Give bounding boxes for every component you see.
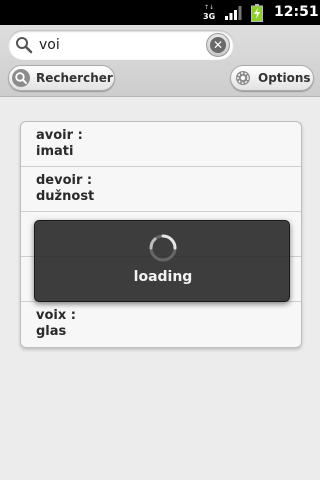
spinner-icon: [149, 234, 177, 262]
gear-icon: [236, 71, 250, 85]
search-toolbar: ✕ Rechercher Options: [0, 25, 320, 97]
term-label: devoir :: [36, 173, 93, 188]
search-button-label: Rechercher: [36, 71, 113, 85]
search-icon: [16, 37, 33, 54]
network-3g-icon: ↑↓ 3G: [203, 4, 216, 22]
term-label: avoir :: [36, 128, 83, 143]
term-label: voix :: [36, 308, 76, 323]
options-button-label: Options: [258, 71, 311, 85]
search-box[interactable]: ✕: [8, 30, 234, 60]
list-item[interactable]: devoir : dužnost: [21, 167, 301, 212]
close-icon: ✕: [210, 37, 226, 53]
loading-dialog: loading: [34, 220, 290, 302]
search-icon: [12, 69, 30, 87]
signal-strength-icon: [225, 6, 242, 20]
list-item[interactable]: voix : glas: [21, 302, 301, 347]
clock: 12:51: [274, 4, 319, 20]
status-bar: ↑↓ 3G 12:51: [0, 0, 320, 25]
list-item[interactable]: avoir : imati: [21, 122, 301, 167]
network-type-label: 3G: [203, 12, 216, 21]
clear-search-button[interactable]: ✕: [206, 33, 230, 57]
loading-label: loading: [133, 269, 193, 285]
translation-label: imati: [36, 144, 74, 159]
translation-label: dužnost: [36, 189, 95, 204]
search-button[interactable]: Rechercher: [8, 65, 115, 91]
translation-label: glas: [36, 324, 67, 339]
search-input[interactable]: [39, 35, 204, 55]
battery-charging-icon: [251, 4, 263, 22]
options-button[interactable]: Options: [230, 65, 314, 91]
